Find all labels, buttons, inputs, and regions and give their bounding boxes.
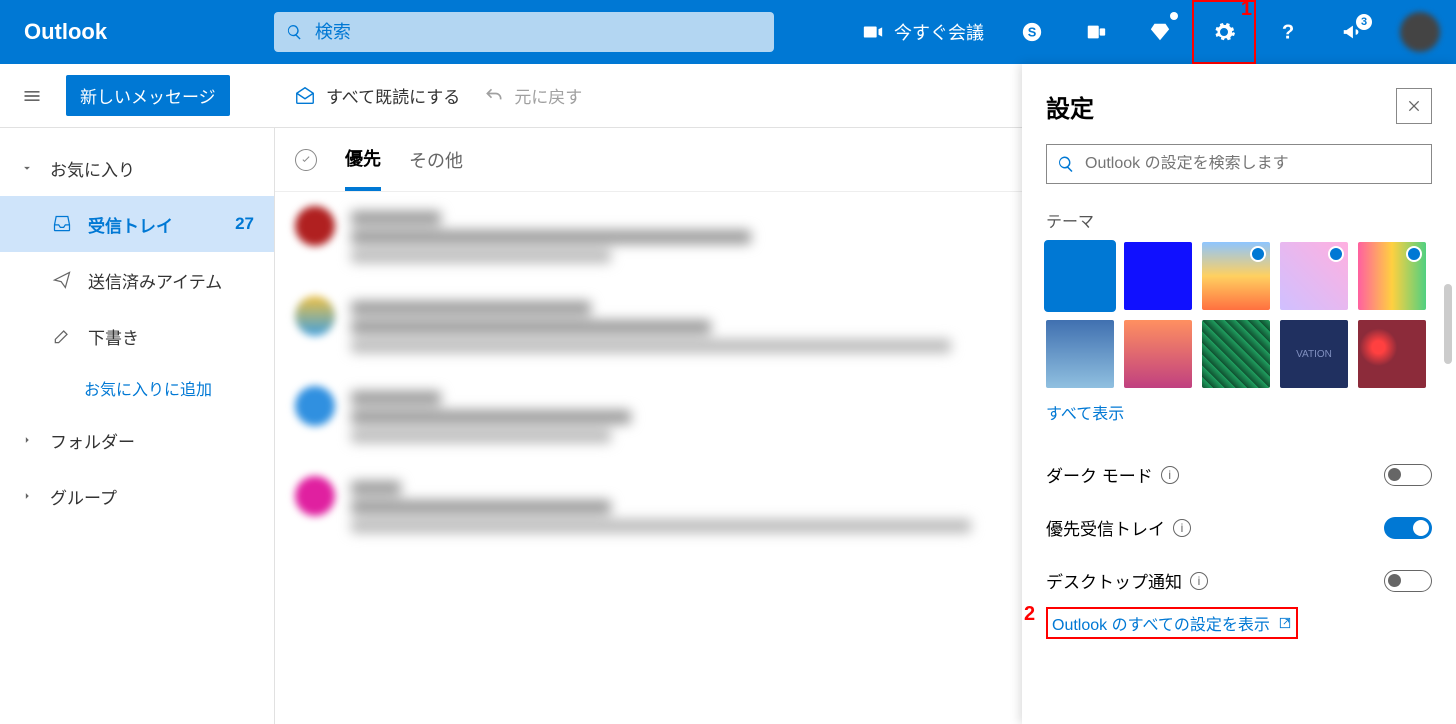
user-avatar[interactable] bbox=[1400, 12, 1440, 52]
folders-section[interactable]: フォルダー bbox=[0, 412, 274, 468]
app-logo: Outlook bbox=[0, 19, 274, 45]
undo-button: 元に戻す bbox=[484, 83, 582, 108]
select-all-toggle[interactable] bbox=[295, 149, 317, 171]
meet-now-button[interactable]: 今すぐ会議 bbox=[846, 0, 1000, 64]
settings-panel: 設定 テーマ VATION すべて表示 ダーク モードi 優先受信トレイi デス… bbox=[1022, 64, 1456, 724]
info-icon[interactable]: i bbox=[1173, 519, 1191, 537]
scrollbar[interactable] bbox=[1444, 284, 1452, 364]
folder-sidebar: お気に入り 受信トレイ 27 送信済みアイテム 下書き お気に入りに追加 フォル… bbox=[0, 128, 274, 724]
send-icon bbox=[52, 270, 72, 290]
info-icon[interactable]: i bbox=[1190, 572, 1208, 590]
inbox-icon bbox=[52, 214, 72, 234]
teams-icon bbox=[1085, 21, 1107, 43]
tab-focused[interactable]: 優先 bbox=[345, 128, 381, 191]
tab-other[interactable]: その他 bbox=[409, 128, 463, 191]
theme-tile[interactable] bbox=[1202, 242, 1270, 310]
popout-icon bbox=[1278, 616, 1292, 630]
theme-tile[interactable] bbox=[1280, 242, 1348, 310]
annotation-2: 2 bbox=[1024, 603, 1035, 626]
app-header: Outlook 今すぐ会議 S 1 ? 3 bbox=[0, 0, 1456, 64]
svg-text:S: S bbox=[1028, 25, 1037, 40]
search-icon bbox=[1057, 155, 1075, 173]
settings-button[interactable]: 1 bbox=[1192, 0, 1256, 64]
settings-search-input[interactable] bbox=[1085, 155, 1421, 173]
dark-mode-row: ダーク モードi bbox=[1046, 448, 1432, 501]
show-all-themes-link[interactable]: すべて表示 bbox=[1046, 400, 1124, 424]
search-input[interactable] bbox=[315, 22, 762, 43]
mark-all-read-button[interactable]: すべて既読にする bbox=[294, 83, 460, 108]
theme-tile[interactable] bbox=[1358, 242, 1426, 310]
chevron-down-icon bbox=[20, 161, 34, 175]
gear-icon bbox=[1212, 20, 1236, 44]
help-icon: ? bbox=[1277, 21, 1299, 43]
hamburger-icon bbox=[22, 86, 42, 106]
mail-open-icon bbox=[294, 85, 316, 107]
view-all-settings-link[interactable]: Outlook のすべての設定を表示 bbox=[1046, 607, 1298, 639]
info-icon[interactable]: i bbox=[1161, 466, 1179, 484]
help-button[interactable]: ? bbox=[1256, 0, 1320, 64]
global-search[interactable] bbox=[274, 12, 774, 52]
sent-folder[interactable]: 送信済みアイテム bbox=[0, 252, 274, 308]
theme-tile[interactable] bbox=[1202, 320, 1270, 388]
close-settings-button[interactable] bbox=[1396, 88, 1432, 124]
desktop-notifications-toggle[interactable] bbox=[1384, 570, 1432, 592]
close-icon bbox=[1406, 98, 1422, 114]
theme-tile[interactable] bbox=[1124, 320, 1192, 388]
add-favorite-link[interactable]: お気に入りに追加 bbox=[0, 364, 274, 412]
chevron-right-icon bbox=[20, 433, 34, 447]
video-icon bbox=[862, 21, 884, 43]
drafts-folder[interactable]: 下書き bbox=[0, 308, 274, 364]
header-actions: 今すぐ会議 S 1 ? 3 bbox=[846, 0, 1456, 64]
focused-inbox-row: 優先受信トレイi bbox=[1046, 501, 1432, 554]
theme-tile[interactable] bbox=[1046, 320, 1114, 388]
svg-text:?: ? bbox=[1282, 21, 1294, 43]
diamond-icon bbox=[1149, 21, 1171, 43]
nav-toggle[interactable] bbox=[0, 86, 64, 106]
notifications-button[interactable]: 3 bbox=[1320, 0, 1384, 64]
teams-button[interactable] bbox=[1064, 0, 1128, 64]
settings-search[interactable] bbox=[1046, 144, 1432, 184]
settings-title: 設定 bbox=[1046, 89, 1094, 124]
dark-mode-toggle[interactable] bbox=[1384, 464, 1432, 486]
skype-icon: S bbox=[1021, 21, 1043, 43]
chevron-right-icon bbox=[20, 489, 34, 503]
theme-tile[interactable]: VATION bbox=[1280, 320, 1348, 388]
favorites-section[interactable]: お気に入り bbox=[0, 140, 274, 196]
inbox-folder[interactable]: 受信トレイ 27 bbox=[0, 196, 274, 252]
theme-picker: VATION bbox=[1046, 242, 1432, 388]
focused-inbox-toggle[interactable] bbox=[1384, 517, 1432, 539]
undo-icon bbox=[484, 86, 504, 106]
inbox-count: 27 bbox=[235, 214, 254, 234]
skype-button[interactable]: S bbox=[1000, 0, 1064, 64]
theme-tile[interactable] bbox=[1046, 242, 1114, 310]
theme-tile[interactable] bbox=[1124, 242, 1192, 310]
theme-section-label: テーマ bbox=[1046, 208, 1432, 232]
theme-tile[interactable] bbox=[1358, 320, 1426, 388]
notification-badge: 3 bbox=[1356, 14, 1372, 30]
search-icon bbox=[286, 23, 303, 41]
desktop-notifications-row: デスクトップ通知i bbox=[1046, 554, 1432, 607]
edit-icon bbox=[52, 326, 72, 346]
new-message-button[interactable]: 新しいメッセージ bbox=[66, 75, 230, 116]
groups-section[interactable]: グループ bbox=[0, 468, 274, 524]
premium-button[interactable] bbox=[1128, 0, 1192, 64]
annotation-1: 1 bbox=[1241, 0, 1252, 21]
